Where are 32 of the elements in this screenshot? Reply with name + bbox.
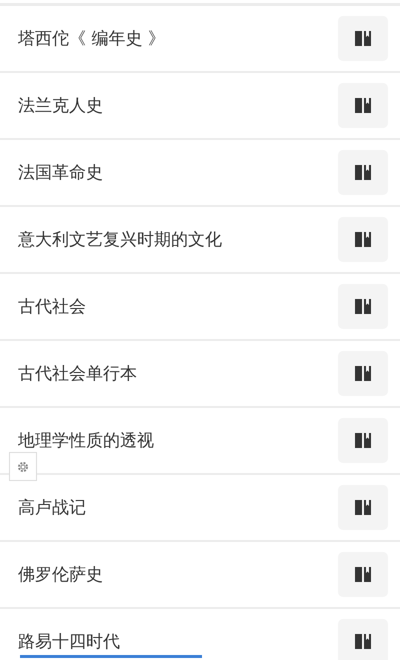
read-button[interactable] [338, 485, 388, 530]
book-icon [354, 633, 372, 650]
read-button[interactable] [338, 552, 388, 597]
book-icon [354, 30, 372, 47]
read-button[interactable] [338, 217, 388, 262]
read-button[interactable] [338, 351, 388, 396]
book-title[interactable]: 塔西佗《 编年史 》 [18, 27, 165, 50]
read-button[interactable] [338, 150, 388, 195]
read-button[interactable] [338, 284, 388, 329]
book-title[interactable]: 地理学性质的透视 [18, 429, 154, 452]
book-icon [354, 298, 372, 315]
book-title[interactable]: 高卢战记 [18, 496, 86, 519]
book-title[interactable]: 古代社会单行本 [18, 362, 137, 385]
read-button[interactable] [338, 619, 388, 660]
read-button[interactable] [338, 418, 388, 463]
read-button[interactable] [338, 16, 388, 61]
book-title[interactable]: 法兰克人史 [18, 94, 103, 117]
settings-button[interactable] [9, 452, 37, 481]
book-title[interactable]: 意大利文艺复兴时期的文化 [18, 228, 222, 251]
read-button[interactable] [338, 83, 388, 128]
book-title[interactable]: 法国革命史 [18, 161, 103, 184]
book-icon [354, 97, 372, 114]
settings-icon [17, 460, 29, 472]
book-title[interactable]: 佛罗伦萨史 [18, 563, 103, 586]
book-icon [354, 164, 372, 181]
book-icon [354, 566, 372, 583]
book-icon [354, 432, 372, 449]
book-icon [354, 365, 372, 382]
book-icon [354, 231, 372, 248]
book-title[interactable]: 路易十四时代 [18, 630, 120, 653]
book-title[interactable]: 古代社会 [18, 295, 86, 318]
book-icon [354, 499, 372, 516]
